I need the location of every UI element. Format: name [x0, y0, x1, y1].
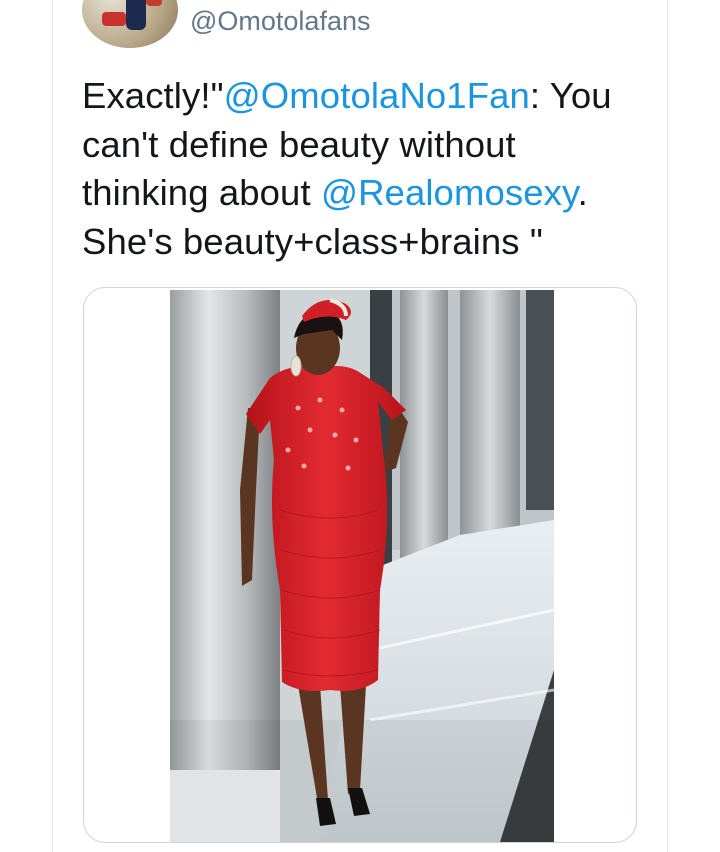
tweet-line-4: She's beauty+class+brains " — [82, 220, 543, 262]
tweet-text-segment: : You — [529, 75, 612, 116]
tweet-line-1: Exactly!"@OmotolaNo1Fan: You — [82, 72, 652, 121]
tweet-line-2: can't define beauty without — [82, 123, 516, 165]
tweet-text: Exactly!"@OmotolaNo1Fan: You can't defin… — [82, 72, 652, 266]
tweet-text-segment: thinking about — [82, 172, 321, 213]
mention-link-realomosexy[interactable]: @Realomosexy — [321, 172, 578, 213]
photo-woman-red-dress[interactable] — [170, 290, 554, 842]
user-handle[interactable]: @Omotolafans — [190, 6, 370, 37]
mention-link-omotolano1fan[interactable]: @OmotolaNo1Fan — [224, 75, 530, 116]
tweet-text-segment: Exactly!" — [82, 75, 224, 116]
tweet-media[interactable] — [83, 287, 637, 843]
tweet-line-3: thinking about @Realomosexy. — [82, 169, 652, 218]
avatar[interactable] — [82, 0, 178, 48]
tweet-text-segment: . — [577, 172, 588, 213]
